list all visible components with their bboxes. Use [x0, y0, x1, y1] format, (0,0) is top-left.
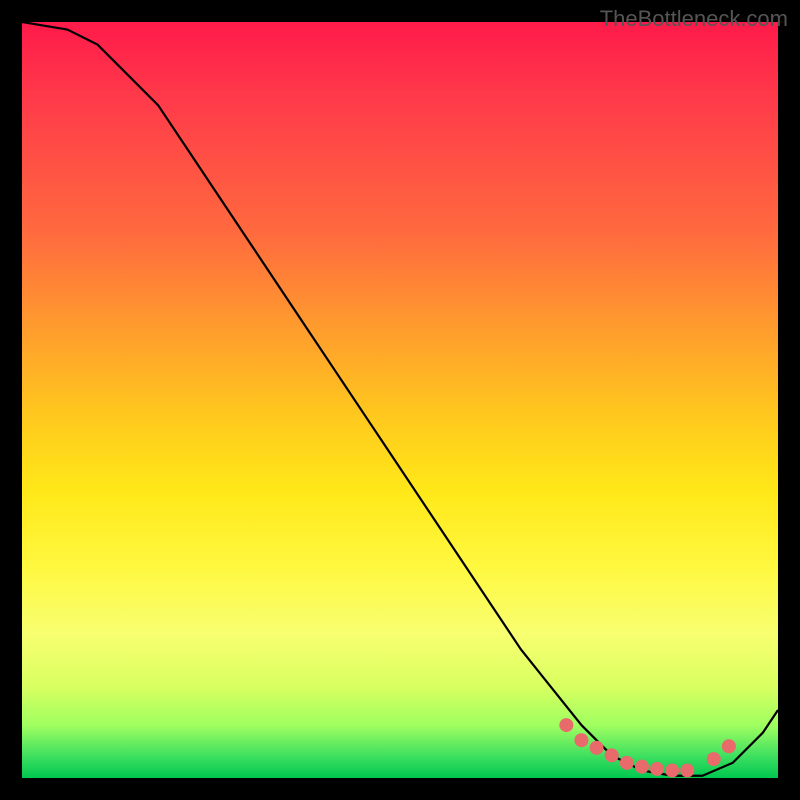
bottleneck-curve	[22, 22, 778, 776]
data-point-marker	[650, 762, 664, 776]
data-point-marker	[605, 748, 619, 762]
watermark-text: TheBottleneck.com	[600, 6, 788, 32]
marker-group	[559, 718, 736, 777]
data-point-marker	[590, 741, 604, 755]
data-point-marker	[635, 760, 649, 774]
data-point-marker	[665, 763, 679, 777]
chart-svg	[22, 22, 778, 778]
data-point-marker	[559, 718, 573, 732]
data-point-marker	[620, 756, 634, 770]
data-point-marker	[722, 739, 736, 753]
data-point-marker	[680, 763, 694, 777]
data-point-marker	[707, 752, 721, 766]
data-point-marker	[574, 733, 588, 747]
